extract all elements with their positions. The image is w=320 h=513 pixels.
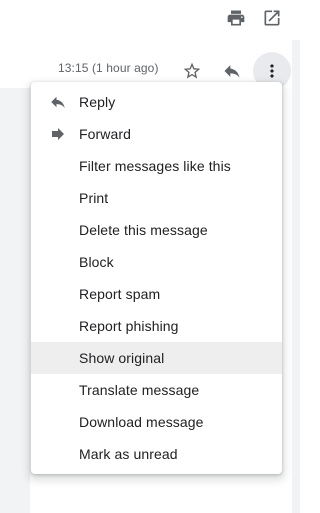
printer-icon[interactable]: [226, 8, 246, 28]
menu-item-label: Reply: [79, 94, 116, 110]
reply-icon[interactable]: [220, 59, 244, 83]
menu-item-label: Print: [79, 190, 109, 206]
menu-item-delete[interactable]: Delete this message: [31, 214, 282, 246]
forward-icon: [48, 124, 68, 144]
menu-item-mark-unread[interactable]: Mark as unread: [31, 438, 282, 470]
menu-item-block[interactable]: Block: [31, 246, 282, 278]
star-outline-icon[interactable]: [180, 59, 204, 83]
message-actions-menu: Reply Forward Filter messages like this …: [31, 82, 282, 474]
reply-icon: [48, 92, 68, 112]
menu-item-label: Translate message: [79, 382, 200, 398]
menu-item-download[interactable]: Download message: [31, 406, 282, 438]
menu-item-label: Report phishing: [79, 318, 179, 334]
background-panel: [0, 88, 30, 513]
menu-item-reply[interactable]: Reply: [31, 86, 282, 118]
menu-item-label: Block: [79, 254, 114, 270]
menu-item-label: Filter messages like this: [79, 158, 231, 174]
menu-item-label: Download message: [79, 414, 204, 430]
message-timestamp: 13:15 (1 hour ago): [58, 61, 159, 75]
menu-item-filter-messages[interactable]: Filter messages like this: [31, 150, 282, 182]
menu-item-report-spam[interactable]: Report spam: [31, 278, 282, 310]
menu-item-label: Delete this message: [79, 222, 208, 238]
menu-item-label: Report spam: [79, 286, 161, 302]
more-vertical-icon: [270, 64, 274, 78]
open-in-new-window-icon[interactable]: [262, 8, 282, 28]
menu-item-label: Show original: [79, 350, 165, 366]
menu-item-label: Forward: [79, 126, 132, 142]
menu-item-translate[interactable]: Translate message: [31, 374, 282, 406]
menu-item-report-phishing[interactable]: Report phishing: [31, 310, 282, 342]
menu-item-show-original[interactable]: Show original: [31, 342, 282, 374]
menu-item-label: Mark as unread: [79, 446, 178, 462]
right-scroll-strip: [292, 40, 300, 513]
menu-item-print[interactable]: Print: [31, 182, 282, 214]
menu-item-forward[interactable]: Forward: [31, 118, 282, 150]
